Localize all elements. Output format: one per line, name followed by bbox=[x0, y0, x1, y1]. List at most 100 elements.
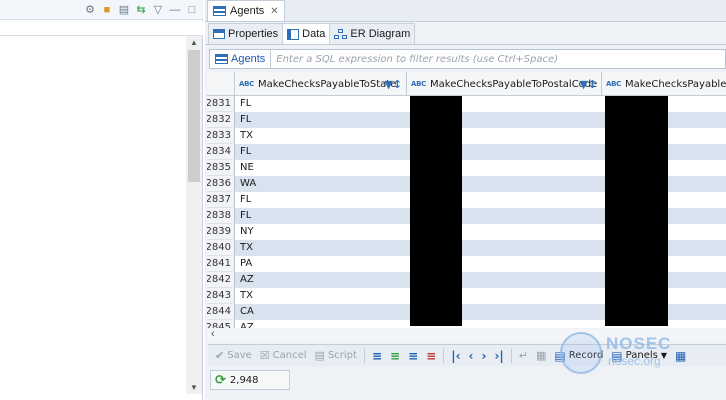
copy-row-button[interactable]: ≡ bbox=[405, 349, 421, 363]
row-number: 2844 bbox=[207, 304, 235, 320]
cancel-button[interactable]: ☒ Cancel bbox=[257, 349, 310, 362]
tab-data-label: Data bbox=[302, 28, 326, 40]
state-cell[interactable]: TX bbox=[240, 288, 253, 304]
script-icon: ▤ bbox=[314, 349, 325, 362]
edit-row-button[interactable]: ≡ bbox=[369, 349, 385, 363]
fetch-all-icon: ▦ bbox=[535, 349, 547, 362]
tab-er-diagram-label: ER Diagram bbox=[350, 28, 411, 40]
scroll-thumb[interactable] bbox=[188, 50, 200, 182]
state-cell[interactable]: TX bbox=[240, 128, 253, 144]
filter-sort-icon[interactable]: ▼↕ bbox=[579, 78, 597, 91]
first-icon: |‹ bbox=[451, 348, 461, 363]
connect-icon[interactable]: ⚙ bbox=[83, 3, 97, 17]
tab-er-diagram[interactable]: ER Diagram bbox=[329, 23, 416, 44]
navigator-toolbar: ⚙ ■ ▤ ⇆ ▽ — □ bbox=[0, 0, 203, 20]
row-count-status[interactable]: ⟳ 2,948 bbox=[210, 370, 290, 390]
watermark: NOSEC nosec.org bbox=[560, 330, 670, 378]
navigator-filter-input[interactable] bbox=[0, 21, 203, 36]
table-icon bbox=[213, 6, 226, 16]
text-type-icon: ABC bbox=[239, 80, 254, 88]
navigator-panel: ⚙ ■ ▤ ⇆ ▽ — □ ▲ ▼ bbox=[0, 0, 203, 400]
row-number: 2832 bbox=[207, 112, 235, 128]
properties-icon bbox=[213, 29, 225, 39]
navigator-vertical-scrollbar[interactable]: ▲ ▼ bbox=[186, 36, 202, 394]
row-number: 2836 bbox=[207, 176, 235, 192]
filter-entity-label[interactable]: Agents bbox=[210, 50, 272, 68]
state-cell[interactable]: TX bbox=[240, 240, 253, 256]
scroll-left-icon[interactable]: ‹ bbox=[211, 328, 215, 340]
collapse-all-icon[interactable]: ▤ bbox=[117, 3, 131, 17]
state-cell[interactable]: AZ bbox=[240, 320, 254, 328]
next-button[interactable]: › bbox=[478, 349, 489, 363]
scroll-down-icon[interactable]: ▼ bbox=[186, 381, 202, 394]
last-page-button[interactable]: ›| bbox=[491, 349, 506, 363]
row-number-header bbox=[207, 72, 235, 96]
script-button[interactable]: ▤ Script bbox=[312, 349, 360, 362]
row-number: 2831 bbox=[207, 96, 235, 112]
delete-row-button[interactable]: ≡ bbox=[423, 349, 439, 363]
maximize-icon[interactable]: □ bbox=[185, 3, 199, 17]
fetch-more-button[interactable]: ↵ bbox=[516, 349, 531, 362]
column-header-label: MakeChecksPayableToState bbox=[258, 78, 397, 90]
state-cell[interactable]: NE bbox=[240, 160, 254, 176]
cancel-icon: ☒ bbox=[259, 349, 270, 362]
row-number: 2842 bbox=[207, 272, 235, 288]
state-cell[interactable]: CA bbox=[240, 304, 254, 320]
state-cell[interactable]: FL bbox=[240, 208, 251, 224]
previous-button[interactable]: ‹ bbox=[466, 349, 477, 363]
state-cell[interactable]: AZ bbox=[240, 272, 254, 288]
view-menu-icon[interactable]: ▽ bbox=[151, 3, 165, 17]
state-cell[interactable]: FL bbox=[240, 112, 251, 128]
column-header[interactable]: ABC MakeChecksPayableToPl bbox=[602, 72, 726, 96]
navigator-tree[interactable] bbox=[0, 36, 186, 390]
editor-tab-bar: Agents ✕ bbox=[205, 0, 726, 22]
state-cell[interactable]: FL bbox=[240, 144, 251, 160]
new-folder-icon[interactable]: ■ bbox=[100, 3, 114, 17]
add-row-button[interactable]: ≡ bbox=[387, 349, 403, 363]
link-with-editor-icon[interactable]: ⇆ bbox=[134, 3, 148, 17]
column-header[interactable]: ABC MakeChecksPayableToState ▼↕ bbox=[235, 72, 407, 96]
check-icon: ✔ bbox=[215, 349, 225, 362]
column-header-label: MakeChecksPayableToPl bbox=[625, 78, 726, 90]
fetch-all-button[interactable]: ▦ bbox=[533, 349, 549, 362]
state-cell[interactable]: PA bbox=[240, 256, 252, 272]
redacted-column bbox=[605, 96, 668, 326]
first-page-button[interactable]: |‹ bbox=[448, 349, 463, 363]
toolbar-separator bbox=[510, 348, 512, 363]
state-cell[interactable]: NY bbox=[240, 224, 254, 240]
tab-properties[interactable]: Properties bbox=[208, 23, 284, 44]
close-icon[interactable]: ✕ bbox=[270, 6, 278, 17]
add-row-icon: ≡ bbox=[390, 348, 401, 363]
sql-filter-input[interactable]: Enter a SQL expression to filter results… bbox=[271, 54, 558, 65]
last-icon: ›| bbox=[494, 348, 504, 363]
edit-row-icon: ≡ bbox=[371, 348, 383, 363]
filter-sort-icon[interactable]: ▼↕ bbox=[384, 78, 402, 91]
text-type-icon: ABC bbox=[606, 80, 621, 88]
row-number: 2843 bbox=[207, 288, 235, 304]
app-window: ⚙ ■ ▤ ⇆ ▽ — □ ▲ ▼ Agents ✕ Properties Da… bbox=[0, 0, 726, 400]
er-diagram-icon bbox=[334, 28, 348, 40]
state-cell[interactable]: FL bbox=[240, 192, 251, 208]
refresh-icon[interactable]: ⟳ bbox=[215, 373, 226, 388]
editor-tab-label: Agents bbox=[230, 5, 265, 17]
tab-properties-label: Properties bbox=[228, 28, 279, 40]
editor-tab-agents[interactable]: Agents ✕ bbox=[207, 0, 285, 21]
state-cell[interactable]: FL bbox=[240, 96, 251, 112]
tab-data[interactable]: Data bbox=[282, 23, 331, 44]
filter-entity-name: Agents bbox=[231, 53, 266, 65]
toolbar-separator bbox=[443, 348, 445, 363]
row-number: 2839 bbox=[207, 224, 235, 240]
state-cell[interactable]: WA bbox=[240, 176, 256, 192]
layout-button[interactable]: ▦ bbox=[672, 349, 689, 363]
scroll-up-icon[interactable]: ▲ bbox=[186, 36, 202, 49]
row-count: 2,948 bbox=[229, 374, 259, 386]
watermark-subtitle: nosec.org bbox=[608, 354, 661, 368]
column-header[interactable]: ABC MakeChecksPayableToPostalCode ▼↕ bbox=[407, 72, 602, 96]
save-button[interactable]: ✔ Save bbox=[212, 349, 255, 362]
minimize-icon[interactable]: — bbox=[168, 3, 182, 17]
watermark-title: NOSEC bbox=[606, 334, 672, 353]
results-grid[interactable]: ABC MakeChecksPayableToState ▼↕ ABC Make… bbox=[207, 72, 726, 328]
row-number: 2841 bbox=[207, 256, 235, 272]
table-icon bbox=[215, 54, 228, 64]
row-number: 2840 bbox=[207, 240, 235, 256]
